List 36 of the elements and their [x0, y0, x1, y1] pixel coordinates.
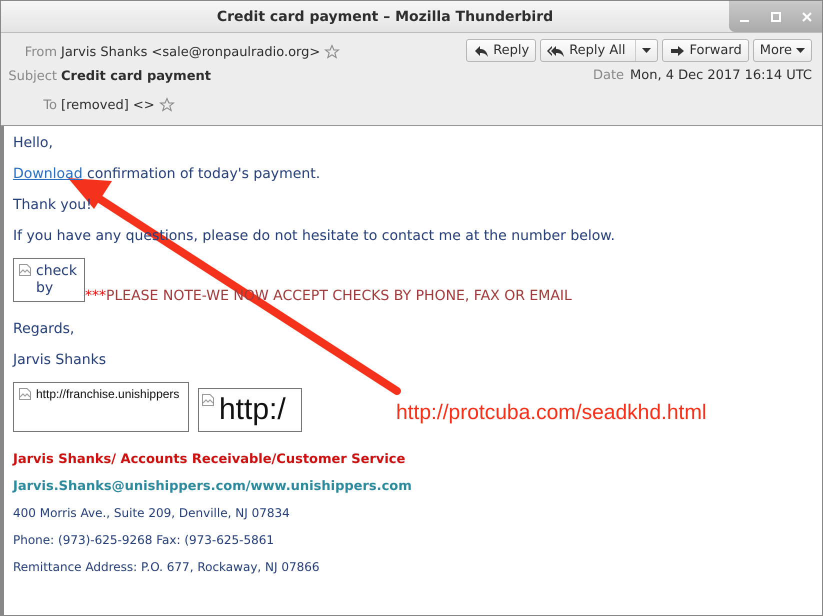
- subject-text: Credit card payment: [61, 69, 211, 84]
- address-text[interactable]: [removed] <>: [61, 98, 155, 112]
- annotation-text: http://protcuba.com/seadkhd.html: [396, 401, 706, 425]
- reply-button[interactable]: Reply: [466, 39, 536, 62]
- body-text: confirmation of today's payment.: [86, 166, 320, 182]
- body-text: Regards,: [13, 320, 76, 338]
- more-button[interactable]: More: [752, 39, 812, 62]
- broken-image-icon: [18, 263, 32, 277]
- field-label: Date: [592, 68, 624, 83]
- address-text[interactable]: Jarvis Shanks <sale@ronpaulradio.org>: [61, 44, 320, 60]
- field-label: From: [24, 44, 57, 60]
- caret-icon: [642, 48, 652, 54]
- signature-email: Jarvis.Shanks@unishippers.com/www.unishippers.com: [13, 479, 413, 494]
- forward-button[interactable]: Forward: [662, 39, 749, 62]
- field-label: To: [42, 98, 57, 112]
- maximize-icon: [770, 12, 780, 22]
- reply-all-button[interactable]: Reply All: [540, 39, 658, 62]
- image-alt-text: http:/: [219, 393, 286, 427]
- signature-text: 400 Morris Ave., Suite 209, Denville, NJ 07834: [13, 506, 291, 521]
- field-label: Subject: [7, 69, 57, 84]
- broken-image-icon: [201, 393, 215, 407]
- body-text: Thank you!: [13, 196, 93, 214]
- signature-name: Jarvis Shanks/ Accounts Receivable/Customer Service: [13, 452, 406, 467]
- image-alt-text: http://franchise.unishippers: [36, 387, 180, 401]
- window-title: Credit card payment – Mozilla Thunderbird: [216, 8, 554, 24]
- close-icon: [802, 12, 812, 22]
- date-text: Mon, 4 Dec 2017 16:14 UTC: [630, 68, 812, 83]
- download-link[interactable]: Download: [13, 166, 83, 182]
- body-text: Jarvis Shanks: [13, 351, 107, 369]
- body-text: Hello,: [13, 134, 54, 152]
- caret-icon: [796, 48, 805, 54]
- broken-image-icon: [18, 387, 32, 401]
- minimize-icon: [740, 20, 749, 22]
- image-alt-text: check by: [36, 263, 78, 297]
- signature-text: Remittance Address: P.O. 677, Rockaway, NJ 07866: [13, 560, 321, 575]
- signature-text: Phone: (973)-625-9268 Fax: (973-625-5861: [13, 533, 276, 548]
